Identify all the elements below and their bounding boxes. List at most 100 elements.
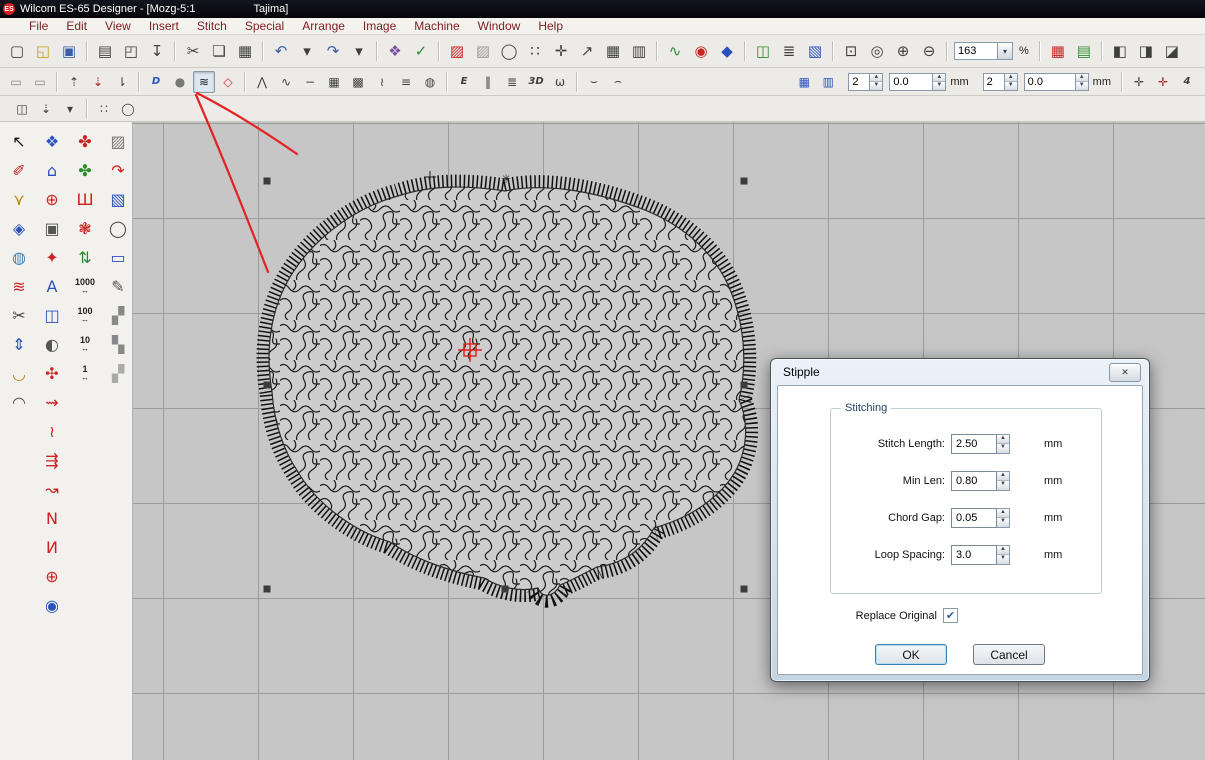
selection-handle[interactable]	[502, 586, 509, 593]
stitch-length-input[interactable]	[951, 434, 997, 454]
pen-tool[interactable]: ✎	[104, 273, 132, 299]
pull-comp-value-input[interactable]	[889, 73, 933, 91]
flower-tool-red[interactable]: ✤	[71, 128, 99, 154]
lettering-tool[interactable]: A	[38, 273, 66, 299]
spin-down-button[interactable]	[997, 443, 1009, 453]
selection-handle[interactable]	[741, 586, 748, 593]
spin-down-button[interactable]	[1005, 81, 1017, 90]
closed-object-tool[interactable]: ⌂	[38, 157, 66, 183]
print-icon[interactable]: ▤	[93, 38, 117, 64]
export-machine-icon[interactable]: ↧	[145, 38, 169, 64]
needle-up-icon[interactable]: ⇡	[63, 71, 85, 93]
target-circle-tool[interactable]: ⊕	[38, 563, 66, 589]
menu-edit[interactable]: Edit	[57, 19, 96, 33]
run-stitch-tool[interactable]: ⇝	[38, 389, 66, 415]
branch-tool[interactable]: ⋎	[5, 186, 33, 212]
spin-up-button[interactable]	[997, 509, 1009, 518]
measure-tool[interactable]: ⇕	[5, 331, 33, 357]
slant-hatch-tool[interactable]: ▨	[104, 128, 132, 154]
cancel-button[interactable]: Cancel	[973, 644, 1045, 665]
view-dropdown-icon[interactable]: ▾	[59, 98, 81, 120]
doc-small-icon[interactable]: ▭	[5, 71, 27, 93]
penetration-point-tool[interactable]: ⊕	[38, 186, 66, 212]
spin-down-button[interactable]	[1076, 81, 1088, 90]
arc-tool[interactable]: ↷	[104, 157, 132, 183]
globe-tool[interactable]: ◍	[5, 244, 33, 270]
rectangle-tool[interactable]: ▭	[104, 244, 132, 270]
zoom-input[interactable]	[954, 42, 998, 60]
stitch-spacing-10[interactable]: 10↔	[71, 331, 99, 357]
menu-special[interactable]: Special	[236, 19, 293, 33]
mirror-tool[interactable]: ⇅	[71, 244, 99, 270]
menu-insert[interactable]: Insert	[140, 19, 188, 33]
back-run-tool[interactable]: И	[38, 534, 66, 560]
center-design-icon[interactable]: ✛	[1152, 71, 1174, 93]
texture-tool-c[interactable]: ▞	[104, 360, 132, 386]
print-preview-icon[interactable]: ◰	[119, 38, 143, 64]
stipple-icon[interactable]: ≋	[193, 71, 215, 93]
grid-red-icon[interactable]: ▦	[1046, 38, 1070, 64]
fill-stitch-tool[interactable]: ▧	[104, 186, 132, 212]
hatch-red-icon[interactable]: ▨	[445, 38, 469, 64]
omega-stitch-icon[interactable]: ω	[549, 71, 571, 93]
zoom-box-icon[interactable]: ⊡	[839, 38, 863, 64]
zoom-out-icon[interactable]: ⊖	[917, 38, 941, 64]
dot-tool-icon[interactable]: ●	[169, 71, 191, 93]
selection-handle[interactable]	[741, 382, 748, 389]
selection-handle[interactable]	[264, 586, 271, 593]
texture-tool-a[interactable]: ▞	[104, 302, 132, 328]
min-len-input[interactable]	[951, 471, 997, 491]
spin-up-button[interactable]	[997, 546, 1009, 555]
zigzag-stitch-icon[interactable]: ∿	[275, 71, 297, 93]
selection-handle[interactable]	[264, 382, 271, 389]
reshape-tool[interactable]: ❖	[38, 128, 66, 154]
scissors-tool[interactable]: ✂	[5, 302, 33, 328]
stacked-stitch-icon[interactable]: ≣	[501, 71, 523, 93]
triple-run-tool[interactable]: ⇶	[38, 447, 66, 473]
menu-machine[interactable]: Machine	[405, 19, 468, 33]
menu-help[interactable]: Help	[529, 19, 572, 33]
spin-down-button[interactable]	[997, 480, 1009, 490]
curve-tool[interactable]: ◡	[5, 360, 33, 386]
wave-run-tool[interactable]: ≀	[38, 418, 66, 444]
needle-mark-icon[interactable]: ⇂	[111, 71, 133, 93]
wave-effect-tool[interactable]: ≋	[5, 273, 33, 299]
confirm-icon[interactable]: ✓	[409, 38, 433, 64]
color-palette-icon[interactable]: ◉	[689, 38, 713, 64]
threeD-effect-icon[interactable]: 3D	[525, 71, 547, 93]
paste-icon[interactable]: ▦	[233, 38, 257, 64]
menu-image[interactable]: Image	[354, 19, 405, 33]
half-tone-tool[interactable]: ◐	[38, 331, 66, 357]
window-corner-icon[interactable]: ◪	[1160, 38, 1184, 64]
pointer-add-icon[interactable]: ✛	[549, 38, 573, 64]
spin-up-button[interactable]	[1076, 74, 1088, 82]
stitch-spacing-1[interactable]: 1↔	[71, 360, 99, 386]
brain-design[interactable]	[269, 187, 746, 595]
satin-stitch-icon[interactable]: ⋀	[251, 71, 273, 93]
stitch-table-icon[interactable]: ▦	[601, 38, 625, 64]
parallel-stitch-icon[interactable]: ‖	[477, 71, 499, 93]
design-flag-icon[interactable]: ◆	[715, 38, 739, 64]
zoom-in-icon[interactable]: ⊕	[891, 38, 915, 64]
texture-tool-b[interactable]: ▚	[104, 331, 132, 357]
flower-tool-green[interactable]: ✤	[71, 157, 99, 183]
stitch-spacing-1000[interactable]: 1000↔	[71, 273, 99, 299]
cut-icon[interactable]: ✂	[181, 38, 205, 64]
save-design-icon[interactable]: ▣	[57, 38, 81, 64]
spin-up-button[interactable]	[870, 74, 882, 82]
hatch-light-icon[interactable]: ▨	[471, 38, 495, 64]
spin-up-button[interactable]	[997, 435, 1009, 444]
spin-up-button[interactable]	[933, 74, 945, 82]
pattern-fill-icon[interactable]: ▩	[347, 71, 369, 93]
outline-shape-icon[interactable]: ◇	[217, 71, 239, 93]
selection-handle[interactable]	[741, 178, 748, 185]
points-view-icon[interactable]: ∷	[93, 98, 115, 120]
new-design-icon[interactable]: ▢	[5, 38, 29, 64]
contour-stitch-icon[interactable]: ≡	[395, 71, 417, 93]
hoop-icon[interactable]: ◯	[117, 98, 139, 120]
dotted-mode-icon[interactable]: ∷	[523, 38, 547, 64]
selection-handle[interactable]	[264, 178, 271, 185]
arch-tool[interactable]: ◠	[5, 389, 33, 415]
undo-dropdown-icon[interactable]: ▾	[295, 38, 319, 64]
block-digitize-tool[interactable]: ▣	[38, 215, 66, 241]
